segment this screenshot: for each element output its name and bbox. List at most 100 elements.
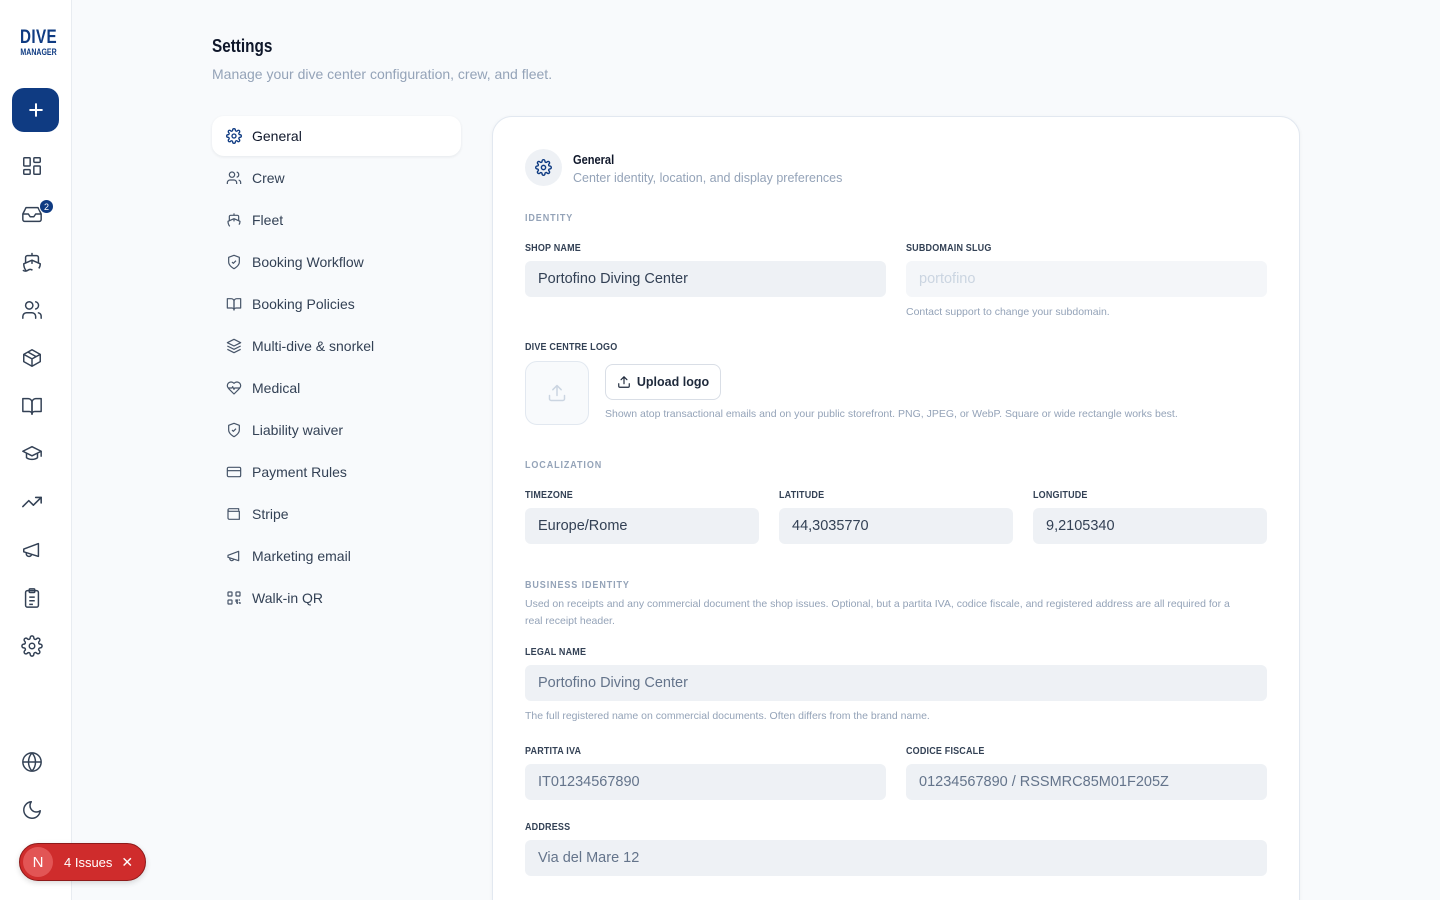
boat-icon	[22, 252, 41, 272]
globe-icon	[22, 752, 42, 772]
shield-icon	[228, 254, 240, 270]
upload-logo-label: Upload logo	[636, 375, 710, 389]
graduation-cap-icon	[22, 445, 42, 461]
plus-icon	[28, 103, 43, 117]
book-icon	[22, 397, 42, 415]
section-identity: IDENTITY	[525, 213, 574, 224]
settings-nav-payment-rules[interactable]: Payment Rules	[212, 452, 461, 492]
longitude-label: LONGITUDE	[1033, 490, 1088, 501]
card-header-icon	[525, 149, 562, 186]
megaphone-icon	[23, 542, 40, 558]
address-input[interactable]: Via del Mare 12	[525, 840, 1267, 876]
rail-crew[interactable]	[20, 298, 44, 322]
settings-icon	[21, 635, 43, 657]
qr-code-icon	[227, 591, 241, 605]
rail-theme[interactable]	[20, 798, 44, 822]
legal-name-input[interactable]: Portofino Diving Center	[525, 665, 1267, 701]
logo-help: Shown atop transactional emails and on y…	[605, 408, 1178, 420]
partita-iva-label: PARTITA IVA	[525, 746, 582, 757]
credit-card-icon	[226, 466, 242, 478]
moon-icon	[23, 801, 41, 819]
clipboard-icon	[24, 588, 40, 608]
users-icon	[226, 171, 242, 184]
latitude-input[interactable]: 44,3035770	[779, 508, 1013, 544]
settings-nav-label: Walk-in QR	[252, 590, 324, 606]
settings-nav-booking-policies[interactable]: Booking Policies	[212, 284, 461, 324]
book-icon	[226, 298, 242, 311]
upload-icon	[618, 376, 630, 388]
settings-nav-label: Multi-dive & snorkel	[252, 338, 375, 354]
settings-nav-booking-workflow[interactable]: Booking Workflow	[212, 242, 461, 282]
settings-nav-label: Fleet	[252, 212, 284, 228]
rail-dashboard[interactable]	[20, 154, 44, 178]
card-subtitle: Center identity, location, and display p…	[573, 171, 843, 185]
timezone-select[interactable]: Europe/Rome	[525, 508, 759, 544]
subdomain-label: SUBDOMAIN SLUG	[906, 243, 992, 254]
close-icon[interactable]: ✕	[121, 854, 133, 871]
codice-fiscale-label: CODICE FISCALE	[906, 746, 985, 757]
settings-nav-liability-waiver[interactable]: Liability waiver	[212, 410, 461, 450]
settings-nav-marketing-email[interactable]: Marketing email	[212, 536, 461, 576]
rail-settings[interactable]	[20, 634, 44, 658]
wallet-icon	[227, 508, 240, 520]
megaphone-icon	[227, 550, 240, 562]
settings-nav-medical[interactable]: Medical	[212, 368, 461, 408]
upload-icon	[548, 384, 566, 402]
logo-preview[interactable]	[525, 361, 589, 425]
inbox-badge: 2	[39, 199, 54, 214]
heart-pulse-icon	[226, 381, 242, 395]
settings-nav: General Crew Fleet Booking Workflow Book…	[212, 116, 461, 620]
card-title: General	[573, 152, 615, 167]
issues-avatar: N	[23, 847, 53, 877]
shield-check-icon	[228, 422, 240, 438]
general-settings-card: General Center identity, location, and d…	[492, 116, 1300, 900]
box-icon	[23, 349, 41, 367]
page-title: Settings	[212, 36, 273, 56]
longitude-input[interactable]: 9,2105340	[1033, 508, 1267, 544]
gear-icon	[535, 159, 552, 176]
settings-nav-label: Crew	[252, 170, 285, 186]
upload-logo-button[interactable]: Upload logo	[605, 364, 721, 400]
partita-iva-input[interactable]: IT01234567890	[525, 764, 886, 800]
layers-icon	[226, 338, 242, 354]
settings-nav-label: Booking Policies	[252, 296, 355, 312]
shop-name-input[interactable]: Portofino Diving Center	[525, 261, 886, 297]
gear-icon	[226, 128, 242, 144]
settings-nav-label: Stripe	[252, 506, 289, 522]
issues-indicator[interactable]: N 4 Issues ✕	[19, 843, 146, 881]
rail-language[interactable]	[20, 750, 44, 774]
settings-nav-label: Booking Workflow	[252, 254, 364, 270]
subdomain-help: Contact support to change your subdomain…	[906, 306, 1110, 318]
page-subtitle: Manage your dive center configuration, c…	[212, 66, 553, 82]
legal-name-label: LEGAL NAME	[525, 647, 587, 658]
add-button[interactable]	[12, 88, 59, 132]
settings-nav-label: Medical	[252, 380, 301, 396]
rail-logbook[interactable]	[20, 394, 44, 418]
rail-marketing[interactable]	[20, 538, 44, 562]
settings-nav-label: Marketing email	[252, 548, 351, 564]
settings-nav-label: Liability waiver	[252, 422, 344, 438]
settings-nav-crew[interactable]: Crew	[212, 158, 461, 198]
rail-inventory[interactable]	[20, 346, 44, 370]
rail-tasks[interactable]	[20, 586, 44, 610]
users-icon	[22, 301, 42, 319]
brand-line1: DIVE	[20, 27, 58, 48]
boat-icon	[227, 213, 241, 227]
rail-analytics[interactable]	[20, 490, 44, 514]
business-help: Used on receipts and any commercial docu…	[525, 598, 1230, 627]
codice-fiscale-input[interactable]: 01234567890 / RSSMRC85M01F205Z	[906, 764, 1267, 800]
settings-nav-stripe[interactable]: Stripe	[212, 494, 461, 534]
rail-courses[interactable]	[20, 442, 44, 466]
settings-nav-walk-in-qr[interactable]: Walk-in QR	[212, 578, 461, 618]
shop-name-label: SHOP NAME	[525, 243, 581, 254]
timezone-label: TIMEZONE	[525, 490, 573, 501]
brand-logo[interactable]: DIVE MANAGER	[16, 27, 58, 57]
logo-label: DIVE CENTRE LOGO	[525, 342, 618, 353]
settings-nav-fleet[interactable]: Fleet	[212, 200, 461, 240]
rail-fleet[interactable]	[20, 250, 44, 274]
brand-line2: MANAGER	[20, 47, 57, 57]
section-localization: LOCALIZATION	[525, 460, 603, 471]
settings-nav-general[interactable]: General	[212, 116, 461, 156]
settings-nav-multi-dive[interactable]: Multi-dive & snorkel	[212, 326, 461, 366]
legal-name-help: The full registered name on commercial d…	[525, 710, 930, 722]
